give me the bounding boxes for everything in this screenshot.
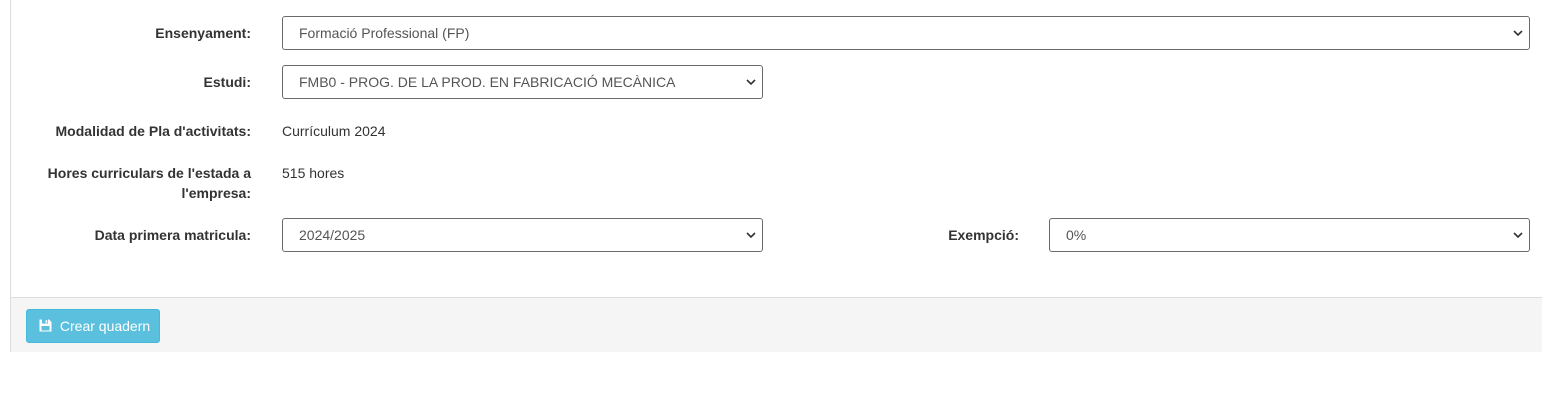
exempcio-select[interactable]: 0% xyxy=(1049,218,1530,252)
chevron-down-icon xyxy=(1513,30,1523,37)
hores-value: 515 hores xyxy=(282,165,345,181)
exempcio-label: Exempció: xyxy=(948,227,1019,243)
create-quadern-label: Crear quadern xyxy=(59,318,151,334)
ensenyament-selected-value: Formació Professional (FP) xyxy=(299,25,470,41)
form-body: Ensenyament: Formació Professional (FP) … xyxy=(11,0,1542,298)
estudi-select[interactable]: FMB0 - PROG. DE LA PROD. EN FABRICACIÓ M… xyxy=(282,65,763,99)
modalitat-label: Modalidad de Pla d'activitats: xyxy=(55,123,251,139)
data-primera-matricula-selected-value: 2024/2025 xyxy=(299,227,366,243)
floppy-disk-icon xyxy=(39,311,52,343)
chevron-down-icon xyxy=(746,79,756,86)
form-panel: Ensenyament: Formació Professional (FP) … xyxy=(10,0,1542,352)
chevron-down-icon xyxy=(1513,232,1523,239)
create-quadern-button[interactable]: Crear quadern xyxy=(26,309,160,343)
modalitat-value: Currículum 2024 xyxy=(282,123,386,139)
ensenyament-label: Ensenyament: xyxy=(155,25,251,41)
data-primera-matricula-select[interactable]: 2024/2025 xyxy=(282,218,763,252)
form-footer: Crear quadern xyxy=(11,297,1542,352)
hores-label-line1: Hores curriculars de l'estada a xyxy=(47,165,251,181)
estudi-label: Estudi: xyxy=(203,74,251,90)
chevron-down-icon xyxy=(746,232,756,239)
hores-label: Hores curriculars de l'estada a l'empres… xyxy=(48,163,251,203)
ensenyament-select[interactable]: Formació Professional (FP) xyxy=(282,16,1530,50)
exempcio-selected-value: 0% xyxy=(1066,227,1087,243)
data-primera-matricula-label: Data primera matricula: xyxy=(94,227,251,243)
estudi-selected-value: FMB0 - PROG. DE LA PROD. EN FABRICACIÓ M… xyxy=(299,74,676,90)
hores-label-line2: l'empresa: xyxy=(181,185,251,201)
